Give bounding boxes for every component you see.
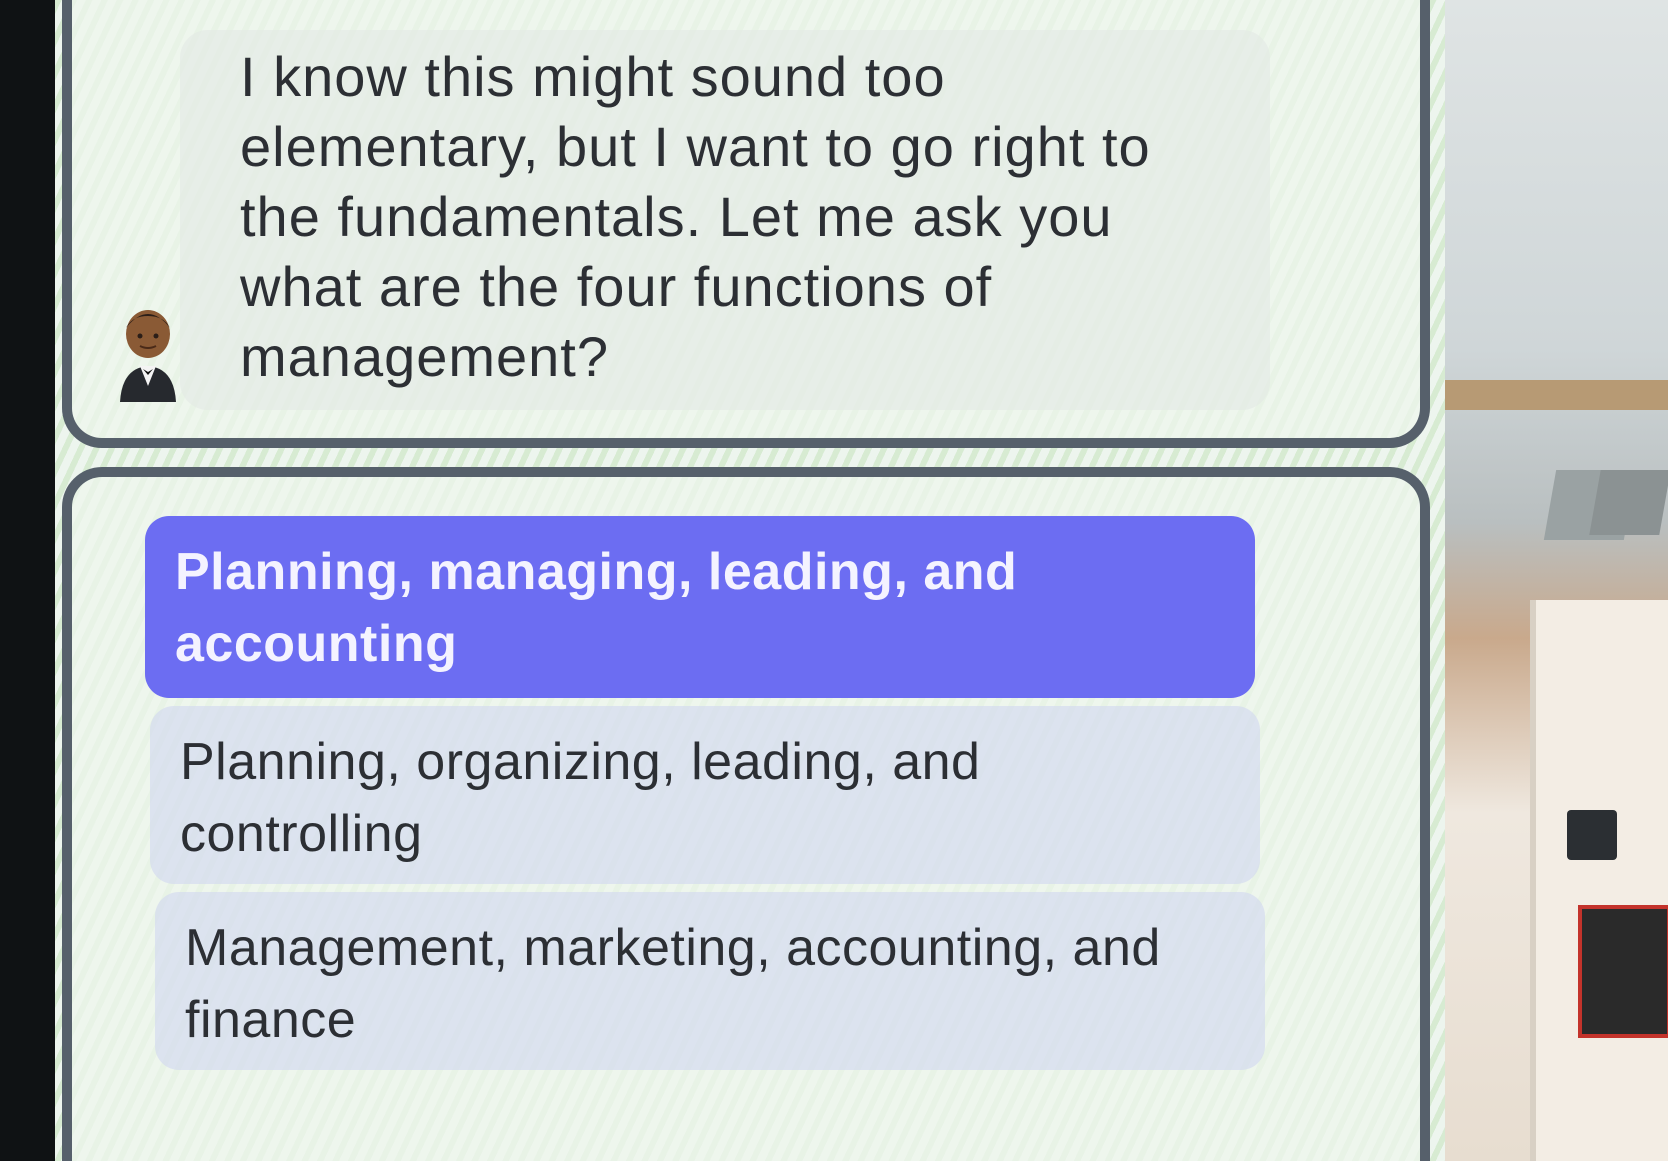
- question-text: I know this might sound too elementary, …: [240, 45, 1151, 388]
- desk-control-panel: [1567, 810, 1617, 860]
- person-in-tuxedo-icon: [118, 306, 182, 402]
- desk-label-plate: [1578, 905, 1668, 1038]
- desk-object: [1589, 470, 1668, 535]
- answer-option-3[interactable]: Management, marketing, accounting, and f…: [155, 892, 1265, 1070]
- photo-of-screen: I know this might sound too elementary, …: [0, 0, 1668, 1161]
- desk-machine: [1530, 600, 1668, 1161]
- answer-option-1[interactable]: Planning, managing, leading, and account…: [145, 516, 1255, 698]
- answer-option-2[interactable]: Planning, organizing, leading, and contr…: [150, 706, 1260, 884]
- desk-shelf: [1445, 380, 1668, 410]
